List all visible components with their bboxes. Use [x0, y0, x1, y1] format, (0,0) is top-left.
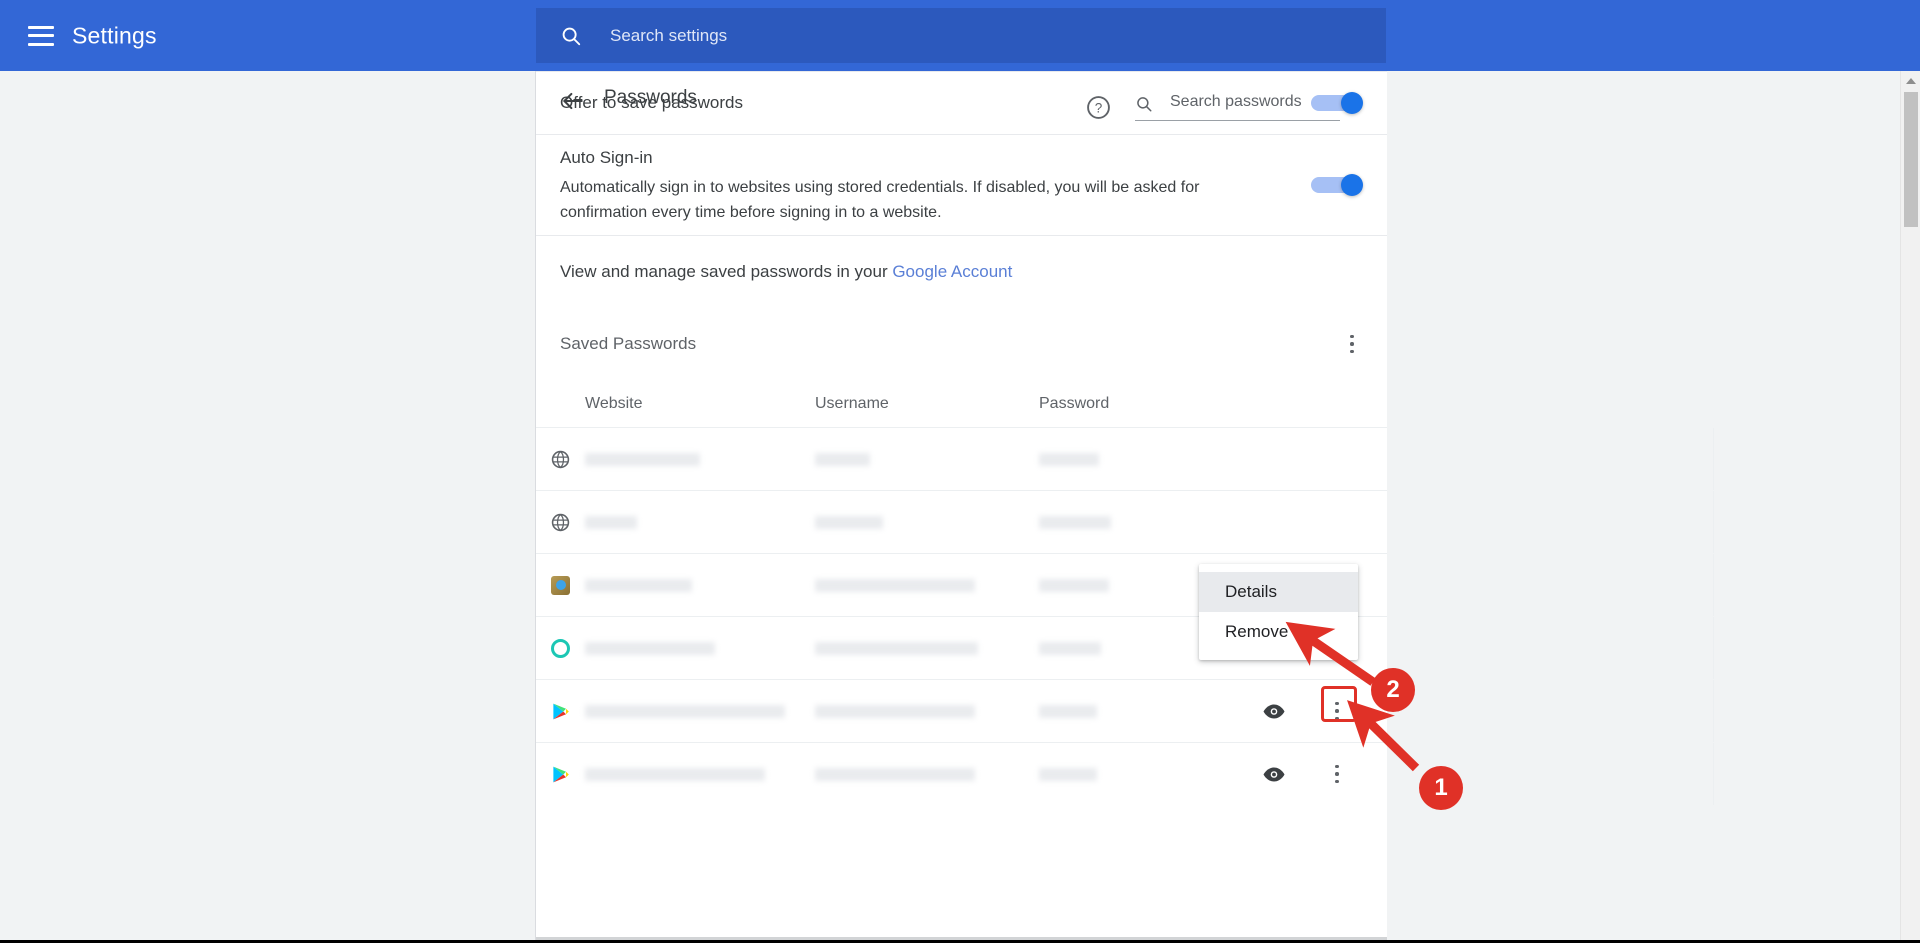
top-app-bar: Settings Search settings: [0, 0, 1920, 71]
annotation-badge-1: 1: [1419, 766, 1463, 810]
table-header-row: Website Username Password: [536, 381, 1387, 427]
context-menu-item-details[interactable]: Details: [1199, 572, 1358, 612]
auto-signin-label: Auto Sign-in: [560, 145, 1215, 171]
row-favicon: [536, 513, 585, 532]
settings-window: Settings Search settings Passwords Offer…: [0, 0, 1920, 943]
search-icon: [1135, 95, 1153, 113]
row-actions: [1262, 763, 1387, 785]
vertical-scrollbar[interactable]: [1900, 71, 1920, 943]
scroll-up-arrow-icon[interactable]: [1901, 71, 1920, 90]
row-website-cell: [585, 705, 815, 718]
row-username-cell: [815, 579, 1039, 592]
eye-icon[interactable]: [1262, 703, 1286, 720]
row-username-cell: [815, 642, 1039, 655]
row-website-cell: [585, 768, 815, 781]
context-menu-item-remove[interactable]: Remove: [1199, 612, 1358, 652]
row-username-cell: [815, 516, 1039, 529]
google-account-link[interactable]: Google Account: [892, 262, 1012, 281]
auto-signin-toggle[interactable]: [1311, 174, 1363, 196]
row-favicon: [536, 765, 585, 784]
row-website-cell: [585, 642, 815, 655]
row-website-cell: [585, 453, 815, 466]
annotation-highlight-box: [1321, 686, 1357, 722]
saved-passwords-menu-button[interactable]: [1341, 333, 1363, 355]
globe-icon: [551, 513, 570, 532]
passwords-page: Passwords Offer to save passwords Auto S…: [536, 71, 1387, 943]
table-row[interactable]: [536, 679, 1387, 742]
row-favicon: [536, 450, 585, 469]
play-store-icon: [551, 765, 570, 784]
password-search-placeholder: Search passwords: [1170, 93, 1302, 111]
row-website-cell: [585, 516, 815, 529]
row-favicon: [536, 702, 585, 721]
search-icon: [560, 25, 582, 47]
row-favicon: [536, 639, 585, 658]
vertical-scrollbar-thumb[interactable]: [1904, 92, 1918, 227]
annotation-badge-2: 2: [1371, 668, 1415, 712]
column-header-username: Username: [815, 395, 1039, 413]
play-store-icon: [551, 702, 570, 721]
account-line-text: View and manage saved passwords in your: [560, 262, 892, 281]
google-account-row: View and manage saved passwords in your …: [536, 235, 1387, 307]
hamburger-menu-icon[interactable]: [28, 26, 54, 46]
row-password-cell: [1039, 768, 1261, 781]
setting-row-auto-signin[interactable]: Auto Sign-in Automatically sign in to we…: [536, 134, 1387, 235]
table-row[interactable]: [536, 490, 1387, 553]
column-header-website: Website: [585, 395, 815, 413]
offer-to-save-label: Offer to save passwords: [560, 90, 743, 116]
row-context-menu[interactable]: Details Remove: [1199, 564, 1358, 660]
teal-circle-icon: [551, 639, 570, 658]
row-username-cell: [815, 705, 1039, 718]
gold-badge-icon: [551, 576, 570, 595]
row-menu-button[interactable]: [1326, 763, 1348, 785]
auto-signin-description: Automatically sign in to websites using …: [560, 176, 1215, 226]
table-row[interactable]: [536, 427, 1387, 490]
row-username-cell: [815, 768, 1039, 781]
row-password-cell: [1039, 453, 1261, 466]
toggle-knob: [1341, 174, 1363, 196]
row-website-cell: [585, 579, 815, 592]
row-password-cell: [1039, 705, 1261, 718]
row-favicon: [536, 576, 585, 595]
settings-search-box[interactable]: Search settings: [536, 8, 1386, 63]
eye-icon[interactable]: [1262, 766, 1286, 783]
help-circle-icon[interactable]: ?: [1086, 95, 1111, 120]
toggle-knob: [1341, 92, 1363, 114]
table-row[interactable]: [536, 742, 1387, 805]
settings-search-placeholder: Search settings: [610, 26, 727, 46]
svg-text:?: ?: [1095, 101, 1103, 116]
row-password-cell: [1039, 516, 1261, 529]
account-line: View and manage saved passwords in your …: [560, 262, 1012, 282]
saved-passwords-label: Saved Passwords: [560, 334, 696, 354]
saved-passwords-header: Saved Passwords: [536, 307, 1387, 381]
globe-icon: [551, 450, 570, 469]
column-header-password: Password: [1039, 395, 1040, 413]
app-title: Settings: [72, 22, 157, 49]
row-username-cell: [815, 453, 1039, 466]
password-search-box[interactable]: Search passwords: [1135, 93, 1340, 121]
